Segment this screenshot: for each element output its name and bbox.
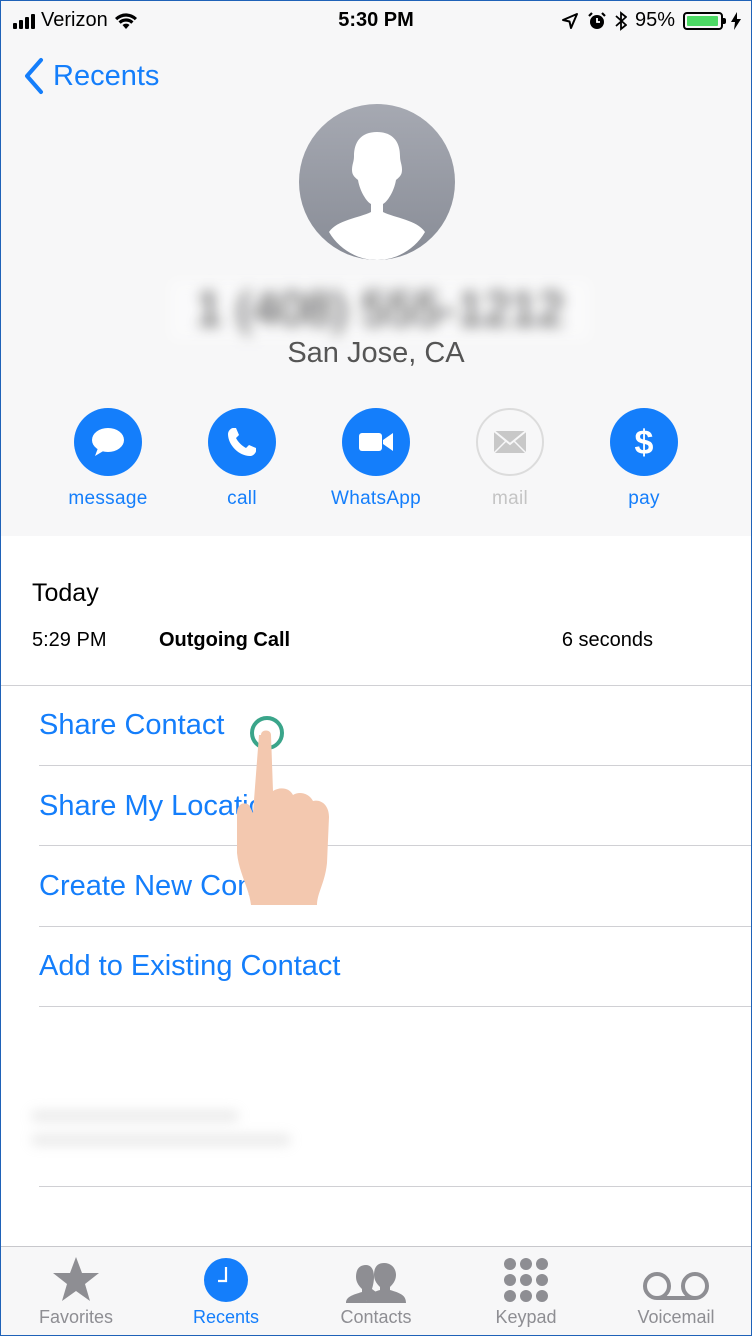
history-divider <box>1 685 751 686</box>
tab-contacts[interactable]: Contacts <box>301 1247 451 1335</box>
voicemail-icon <box>643 1272 709 1300</box>
battery-percent: 95% <box>634 9 675 31</box>
star-icon <box>53 1257 99 1301</box>
svg-text:$: $ <box>635 424 654 461</box>
tab-label: Keypad <box>495 1307 557 1327</box>
message-action-button[interactable]: message <box>43 408 173 510</box>
tab-label: Contacts <box>340 1307 412 1327</box>
call-duration: 6 seconds <box>561 629 653 651</box>
whatsapp-action-label: WhatsApp <box>330 488 422 509</box>
tab-keypad[interactable]: Keypad <box>451 1247 601 1335</box>
tab-voicemail[interactable]: Voicemail <box>601 1247 751 1335</box>
history-day: Today <box>32 579 99 607</box>
contact-location: San Jose, CA <box>287 337 465 369</box>
charging-bolt-icon <box>731 11 741 30</box>
contact-phone-number: 1 (408) 555-1212 <box>169 279 591 341</box>
message-action-label: message <box>68 488 148 509</box>
phone-icon <box>228 428 256 456</box>
share-contact-button[interactable]: Share Contact <box>39 709 224 742</box>
menu-divider <box>39 845 751 846</box>
bluetooth-icon <box>615 10 627 31</box>
menu-divider <box>39 765 751 766</box>
back-button-label: Recents <box>53 59 160 92</box>
dollar-icon: $ <box>635 424 654 461</box>
menu-divider <box>39 1186 751 1187</box>
tab-label: Favorites <box>38 1307 114 1327</box>
pay-action-button[interactable]: $ pay <box>579 408 709 510</box>
status-bar: Verizon 5:30 PM 95% <box>1 1 751 41</box>
message-bubble-icon <box>92 428 124 456</box>
share-my-location-button[interactable]: Share My Location <box>39 790 281 823</box>
back-button[interactable]: Recents <box>23 57 159 95</box>
contacts-icon <box>346 1263 406 1303</box>
battery-icon <box>683 11 726 30</box>
person-silhouette-icon <box>329 132 425 260</box>
call-action-button[interactable]: call <box>177 408 307 510</box>
menu-divider <box>39 926 751 927</box>
video-camera-icon <box>359 433 393 451</box>
call-action-label: call <box>227 488 257 509</box>
tab-favorites[interactable]: Favorites <box>1 1247 151 1335</box>
contact-avatar <box>299 104 455 260</box>
create-new-contact-button[interactable]: Create New Contact <box>39 870 300 903</box>
tab-bar: Favorites Recents Contacts Keypad Voicem… <box>1 1246 751 1335</box>
alarm-clock-icon <box>588 11 606 29</box>
call-time: 5:29 PM <box>32 629 107 651</box>
status-right: 95% <box>561 9 741 32</box>
chevron-left-icon <box>25 58 43 94</box>
menu-divider <box>39 1006 751 1007</box>
tab-label: Recents <box>192 1307 260 1327</box>
pay-action-label: pay <box>628 488 660 509</box>
faded-row <box>31 1111 291 1171</box>
location-arrow-icon <box>561 12 578 29</box>
clock-icon <box>204 1258 248 1302</box>
mail-action-label: mail <box>491 488 529 509</box>
tab-label: Voicemail <box>637 1307 715 1327</box>
add-to-existing-contact-button[interactable]: Add to Existing Contact <box>39 950 340 983</box>
envelope-icon <box>493 430 527 454</box>
whatsapp-action-button[interactable]: WhatsApp <box>311 408 441 510</box>
keypad-icon <box>504 1258 548 1302</box>
mail-action-button[interactable]: mail <box>445 408 575 510</box>
call-type: Outgoing Call <box>159 629 291 651</box>
screen: Verizon 5:30 PM 95% Recents 1 (408) 555-… <box>0 0 752 1336</box>
tab-recents[interactable]: Recents <box>151 1247 301 1335</box>
